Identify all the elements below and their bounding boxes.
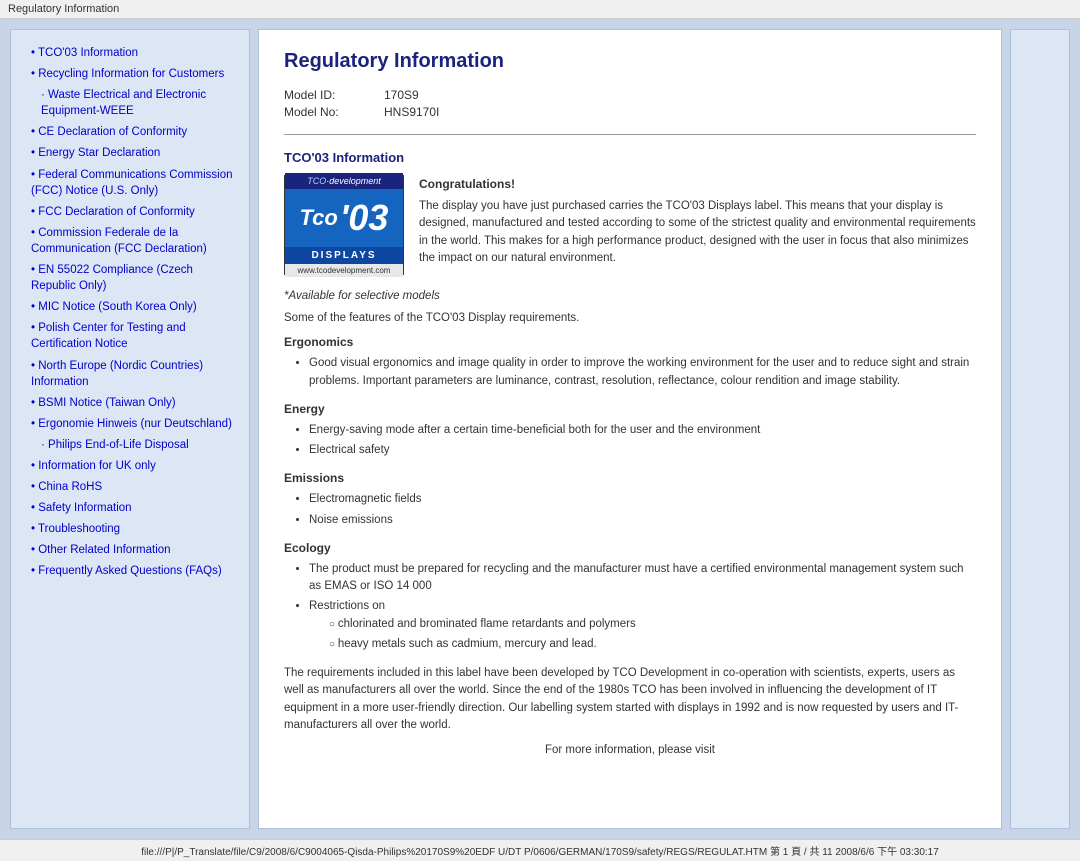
ecology-sub-item-1: chlorinated and brominated flame retarda…: [329, 616, 976, 633]
nav-item-fcc[interactable]: Federal Communications Commission (FCC) …: [21, 167, 239, 199]
nav-item-tco[interactable]: TCO'03 Information: [21, 45, 239, 61]
congratulations-text: The display you have just purchased carr…: [419, 198, 976, 267]
energy-list: Energy-saving mode after a certain time-…: [284, 422, 976, 460]
nav-item-philips-disposal[interactable]: Philips End-of-Life Disposal: [21, 437, 239, 453]
nav-item-other[interactable]: Other Related Information: [21, 542, 239, 558]
footer-text: file:///P|/P_Translate/file/C9/2008/6/C9…: [141, 847, 939, 858]
nav-item-polish[interactable]: Polish Center for Testing and Certificat…: [21, 320, 239, 352]
nav-item-ergonomie[interactable]: Ergonomie Hinweis (nur Deutschland): [21, 416, 239, 432]
model-id-value: 170S9: [384, 88, 419, 102]
available-text: *Available for selective models: [284, 290, 976, 302]
footer-bar: file:///P|/P_Translate/file/C9/2008/6/C9…: [0, 839, 1080, 861]
ecology-section: Ecology The product must be prepared for…: [284, 541, 976, 653]
ergonomics-item-1: Good visual ergonomics and image quality…: [309, 355, 976, 390]
nav-item-nordic[interactable]: North Europe (Nordic Countries) Informat…: [21, 358, 239, 390]
ecology-title: Ecology: [284, 541, 976, 555]
tco-section-title: TCO'03 Information: [284, 150, 976, 165]
nav-item-safety[interactable]: Safety Information: [21, 500, 239, 516]
ergonomics-title: Ergonomics: [284, 335, 976, 349]
features-text: Some of the features of the TCO'03 Displ…: [284, 310, 976, 327]
nav-item-troubleshooting[interactable]: Troubleshooting: [21, 521, 239, 537]
emissions-list: Electromagnetic fields Noise emissions: [284, 491, 976, 529]
emissions-item-2: Noise emissions: [309, 512, 976, 529]
page-title: Regulatory Information: [284, 50, 976, 73]
tco-logo-number-area: Tco '03: [285, 189, 403, 247]
nav-item-ce[interactable]: CE Declaration of Conformity: [21, 124, 239, 140]
tco-logo-displays: DISPLAYS: [285, 247, 403, 264]
ecology-item-2: Restrictions on chlorinated and brominat…: [309, 598, 976, 653]
congratulations-label: Congratulations!: [419, 175, 976, 193]
nav-item-recycling[interactable]: Recycling Information for Customers: [21, 66, 239, 82]
nav-item-commission[interactable]: Commission Federale de la Communication …: [21, 225, 239, 257]
nav-item-bsmi[interactable]: BSMI Notice (Taiwan Only): [21, 395, 239, 411]
tco-logo: TCO·development Tco '03 DISPLAYS www.tco…: [284, 175, 404, 275]
tco-description: Congratulations! The display you have ju…: [419, 175, 976, 275]
energy-item-2: Electrical safety: [309, 442, 976, 459]
nav-item-fcc-declaration[interactable]: FCC Declaration of Conformity: [21, 204, 239, 220]
model-no-label: Model No:: [284, 105, 364, 119]
nav-item-mic[interactable]: MIC Notice (South Korea Only): [21, 299, 239, 315]
emissions-title: Emissions: [284, 471, 976, 485]
ecology-sub-item-2: heavy metals such as cadmium, mercury an…: [329, 636, 976, 653]
tco-logo-url: www.tcodevelopment.com: [285, 264, 403, 277]
nav-item-weee[interactable]: Waste Electrical and Electronic Equipmen…: [21, 87, 239, 119]
ecology-sub-list: chlorinated and brominated flame retarda…: [309, 616, 976, 654]
for-more-info: For more information, please visit: [284, 744, 976, 756]
ergonomics-list: Good visual ergonomics and image quality…: [284, 355, 976, 390]
energy-title: Energy: [284, 402, 976, 416]
model-id-label: Model ID:: [284, 88, 364, 102]
ergonomics-section: Ergonomics Good visual ergonomics and im…: [284, 335, 976, 390]
tco-logo-top-text: TCO·development: [285, 173, 403, 189]
ecology-list: The product must be prepared for recycli…: [284, 561, 976, 653]
model-info: Model ID: 170S9 Model No: HNS9170I: [284, 88, 976, 119]
nav-item-china-rohs[interactable]: China RoHS: [21, 479, 239, 495]
tco-info-block: TCO·development Tco '03 DISPLAYS www.tco…: [284, 175, 976, 275]
model-no-value: HNS9170I: [384, 105, 439, 119]
title-bar: Regulatory Information: [0, 0, 1080, 19]
emissions-item-1: Electromagnetic fields: [309, 491, 976, 508]
divider: [284, 134, 976, 135]
content-panel: Regulatory Information Model ID: 170S9 M…: [258, 29, 1002, 829]
nav-item-energy-star[interactable]: Energy Star Declaration: [21, 145, 239, 161]
title-bar-text: Regulatory Information: [8, 3, 119, 15]
emissions-section: Emissions Electromagnetic fields Noise e…: [284, 471, 976, 529]
nav-item-en55022[interactable]: EN 55022 Compliance (Czech Republic Only…: [21, 262, 239, 294]
right-panel: [1010, 29, 1070, 829]
closing-paragraph: The requirements included in this label …: [284, 665, 976, 734]
left-nav-panel: TCO'03 Information Recycling Information…: [10, 29, 250, 829]
ecology-item-1: The product must be prepared for recycli…: [309, 561, 976, 596]
energy-item-1: Energy-saving mode after a certain time-…: [309, 422, 976, 439]
nav-item-uk[interactable]: Information for UK only: [21, 458, 239, 474]
nav-item-faq[interactable]: Frequently Asked Questions (FAQs): [21, 563, 239, 579]
energy-section: Energy Energy-saving mode after a certai…: [284, 402, 976, 460]
